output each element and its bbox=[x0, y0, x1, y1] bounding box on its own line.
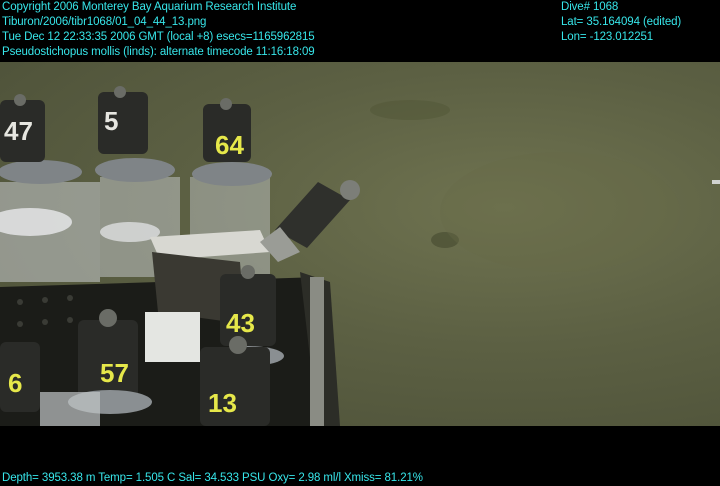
core-label-5: 5 bbox=[104, 106, 118, 136]
core-rack-illustration: 47 5 64 43 6 57 13 bbox=[0, 86, 720, 426]
core-label-57: 57 bbox=[100, 358, 129, 388]
latitude-text: Lat= 35.164094 (edited) bbox=[561, 16, 682, 28]
core-label-47: 47 bbox=[4, 116, 33, 146]
telemetry-text: Depth= 3953.38 m Temp= 1.505 C Sal= 34.5… bbox=[2, 472, 423, 484]
header-left-overlay: Copyright 2006 Monterey Bay Aquarium Res… bbox=[2, 0, 315, 60]
core-label-13: 13 bbox=[208, 388, 237, 418]
core-label-6: 6 bbox=[8, 368, 22, 398]
species-text: Pseudostichopus mollis (linds): alternat… bbox=[2, 46, 315, 58]
core-label-43: 43 bbox=[226, 308, 255, 338]
seafloor-photo: 47 5 64 43 6 57 13 bbox=[0, 62, 720, 426]
filename-text: Tiburon/2006/tibr1068/01_04_44_13.png bbox=[2, 16, 207, 28]
dive-number: Dive# 1068 bbox=[561, 1, 619, 13]
core-label-64: 64 bbox=[215, 130, 244, 160]
datetime-text: Tue Dec 12 22:33:35 2006 GMT (local +8) … bbox=[2, 31, 315, 43]
telemetry-overlay: Depth= 3953.38 m Temp= 1.505 C Sal= 34.5… bbox=[2, 471, 423, 486]
copyright-text: Copyright 2006 Monterey Bay Aquarium Res… bbox=[2, 1, 297, 13]
tilted-core bbox=[260, 180, 360, 262]
longitude-text: Lon= -123.012251 bbox=[561, 31, 654, 43]
header-right-overlay: Dive# 1068 Lat= 35.164094 (edited) Lon= … bbox=[561, 0, 681, 45]
